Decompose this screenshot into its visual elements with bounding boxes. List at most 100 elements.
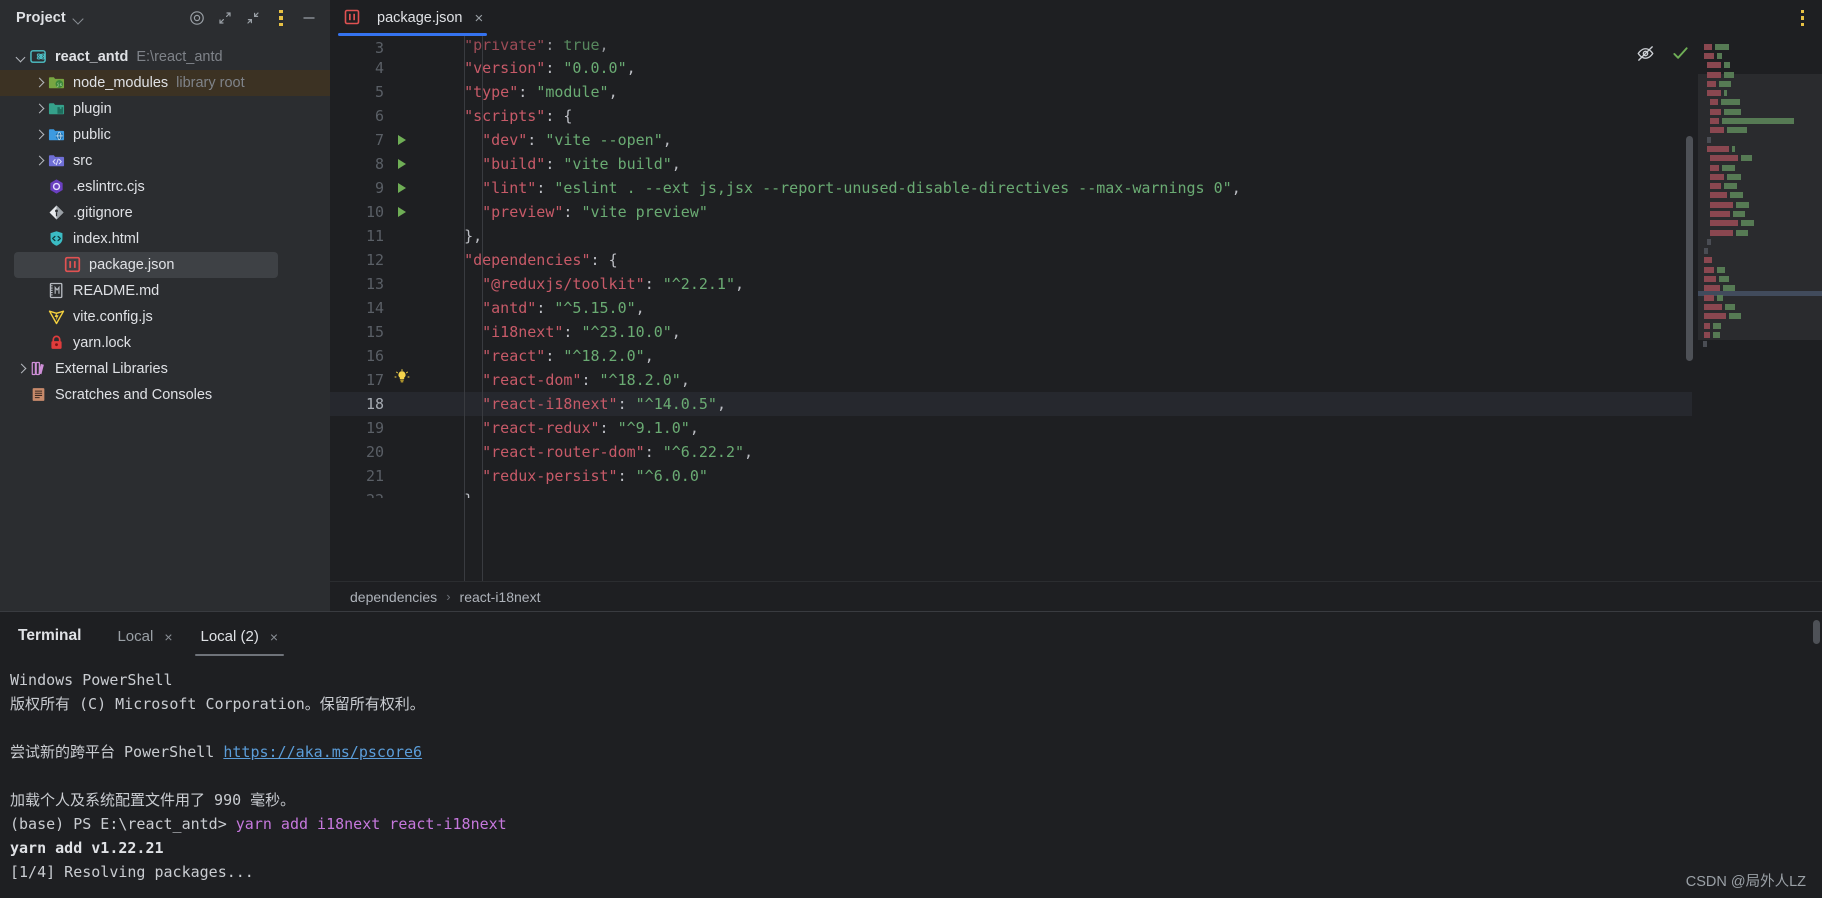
line-number-3[interactable]: 3 <box>330 40 418 56</box>
run-script-icon[interactable] <box>398 159 406 169</box>
line-number-6[interactable]: 6 <box>330 104 418 128</box>
code-line-8[interactable]: "build": "vite build", <box>418 152 1692 176</box>
line-number-22[interactable]: 22 <box>330 488 418 498</box>
run-script-icon[interactable] <box>398 183 406 193</box>
line-number-5[interactable]: 5 <box>330 80 418 104</box>
code-minimap[interactable] <box>1686 36 1822 581</box>
chevron-right-icon[interactable] <box>14 361 30 377</box>
editor-more-vertical-icon[interactable] <box>1783 0 1822 36</box>
code-line-6[interactable]: "scripts": { <box>418 104 1692 128</box>
line-number-21[interactable]: 21 <box>330 464 418 488</box>
line-number-15[interactable]: 15 <box>330 320 418 344</box>
code-line-13[interactable]: "@reduxjs/toolkit": "^2.2.1", <box>418 272 1692 296</box>
code-line-4[interactable]: "version": "0.0.0", <box>418 56 1692 80</box>
chevron-right-icon[interactable] <box>32 75 48 91</box>
code-line-12[interactable]: "dependencies": { <box>418 248 1692 272</box>
code-viewport[interactable]: 3 4 5 6 7 8 9 10 11 12 13 14 15 16 17 18 19 20 21 22 "priva… <box>330 36 1692 581</box>
tree-item-package-json[interactable]: package.json <box>14 252 278 278</box>
lightbulb-icon[interactable] <box>394 368 410 392</box>
terminal-tab-local-2[interactable]: Local (2) × <box>187 628 293 656</box>
terminal-tab-local[interactable]: Local × <box>103 628 186 656</box>
code-line-21[interactable]: "redux-persist": "^6.0.0" <box>418 464 1692 488</box>
chevron-right-icon[interactable] <box>32 101 48 117</box>
code-line-14[interactable]: "antd": "^5.15.0", <box>418 296 1692 320</box>
line-number-label: 11 <box>365 227 384 245</box>
tree-item-yarn-lock[interactable]: yarn.lock <box>0 330 330 356</box>
code-line-10[interactable]: "preview": "vite preview" <box>418 200 1692 224</box>
tree-item-label: README.md <box>73 283 160 299</box>
code-line-18[interactable]: "react-i18next": "^14.0.5", <box>418 392 1692 416</box>
plugin-folder-icon <box>48 100 66 118</box>
minimize-icon[interactable] <box>298 7 320 29</box>
code-line-17[interactable]: "react-dom": "^18.2.0", <box>418 368 1692 392</box>
chevron-down-icon[interactable] <box>14 49 30 65</box>
line-number-gutter[interactable]: 3 4 5 6 7 8 9 10 11 12 13 14 15 16 17 18 19 20 21 22 <box>330 36 418 581</box>
close-icon[interactable]: × <box>164 629 172 645</box>
line-number-4[interactable]: 4 <box>330 56 418 80</box>
project-file-tree[interactable]: react_antd E:\react_antd js node_modules lib… <box>0 36 330 408</box>
code-line-9[interactable]: "lint": "eslint . --ext js,jsx --report-… <box>418 176 1692 200</box>
chevron-down-icon[interactable] <box>72 11 86 25</box>
line-number-13[interactable]: 13 <box>330 272 418 296</box>
project-panel-title[interactable]: Project <box>16 10 66 26</box>
tree-item-public[interactable]: public <box>0 122 330 148</box>
collapse-icon[interactable] <box>242 7 264 29</box>
tree-item-readme-md[interactable]: README.md <box>0 278 330 304</box>
chevron-right-icon[interactable] <box>32 153 48 169</box>
line-number-17[interactable]: 17 <box>330 368 418 392</box>
eye-crossed-icon[interactable] <box>1636 44 1655 68</box>
editor-scrollbar-thumb[interactable] <box>1686 136 1693 361</box>
line-number-12[interactable]: 12 <box>330 248 418 272</box>
breadcrumb-item-1[interactable]: react-i18next <box>460 589 541 605</box>
check-icon[interactable] <box>1671 44 1690 68</box>
breadcrumb-item-0[interactable]: dependencies <box>350 589 437 605</box>
minimap-line <box>1702 144 1822 153</box>
line-number-9[interactable]: 9 <box>330 176 418 200</box>
line-number-label: 4 <box>374 59 384 77</box>
code-line-16[interactable]: "react": "^18.2.0", <box>418 344 1692 368</box>
terminal-scrollbar-thumb[interactable] <box>1813 620 1820 644</box>
code-line-7[interactable]: "dev": "vite --open", <box>418 128 1692 152</box>
tree-item-plugin[interactable]: plugin <box>0 96 330 122</box>
run-script-icon[interactable] <box>398 135 406 145</box>
tree-item-index-html[interactable]: index.html <box>0 226 330 252</box>
line-number-7[interactable]: 7 <box>330 128 418 152</box>
tree-item-scratches-and-consoles[interactable]: Scratches and Consoles <box>0 382 330 408</box>
code-line-19[interactable]: "react-redux": "^9.1.0", <box>418 416 1692 440</box>
code-line-22[interactable]: } <box>418 488 1692 498</box>
line-number-11[interactable]: 11 <box>330 224 418 248</box>
tree-item-gitignore[interactable]: .gitignore <box>0 200 330 226</box>
code-line-5[interactable]: "type": "module", <box>418 80 1692 104</box>
line-number-20[interactable]: 20 <box>330 440 418 464</box>
tree-item-src[interactable]: src <box>0 148 330 174</box>
run-script-icon[interactable] <box>398 207 406 217</box>
code-line-11[interactable]: }, <box>418 224 1692 248</box>
code-line-20[interactable]: "react-router-dom": "^6.22.2", <box>418 440 1692 464</box>
chevron-right-icon[interactable] <box>32 127 48 143</box>
tree-item-eslintrc-cjs[interactable]: .eslintrc.cjs <box>0 174 330 200</box>
line-number-10[interactable]: 10 <box>330 200 418 224</box>
target-icon[interactable] <box>186 7 208 29</box>
terminal-link[interactable]: https://aka.ms/pscore6 <box>223 743 422 761</box>
line-number-18[interactable]: 18 <box>330 392 418 416</box>
terminal-output[interactable]: Windows PowerShell 版权所有 (C) Microsoft Cor… <box>0 656 1822 898</box>
expand-icon[interactable] <box>214 7 236 29</box>
tree-item-external-libraries[interactable]: External Libraries <box>0 356 330 382</box>
html-icon <box>48 230 66 248</box>
editor-tab-package-json[interactable]: package.json × <box>330 0 496 36</box>
line-number-14[interactable]: 14 <box>330 296 418 320</box>
close-icon[interactable]: × <box>270 629 278 645</box>
breadcrumb[interactable]: dependencies › react-i18next <box>330 581 1822 611</box>
tree-item-vite-config-js[interactable]: vite.config.js <box>0 304 330 330</box>
more-vertical-icon[interactable] <box>270 7 292 29</box>
terminal-line-4 <box>10 764 1808 788</box>
tree-item-node-modules[interactable]: js node_modules library root <box>0 70 330 96</box>
code-line-3[interactable]: "private": true, <box>418 40 1692 56</box>
line-number-8[interactable]: 8 <box>330 152 418 176</box>
code-line-15[interactable]: "i18next": "^23.10.0", <box>418 320 1692 344</box>
close-icon[interactable]: × <box>474 11 483 26</box>
line-number-16[interactable]: 16 <box>330 344 418 368</box>
code-text[interactable]: "private": true, "version": "0.0.0", "ty… <box>418 36 1692 581</box>
tree-item-react-antd[interactable]: react_antd E:\react_antd <box>0 44 330 70</box>
line-number-19[interactable]: 19 <box>330 416 418 440</box>
